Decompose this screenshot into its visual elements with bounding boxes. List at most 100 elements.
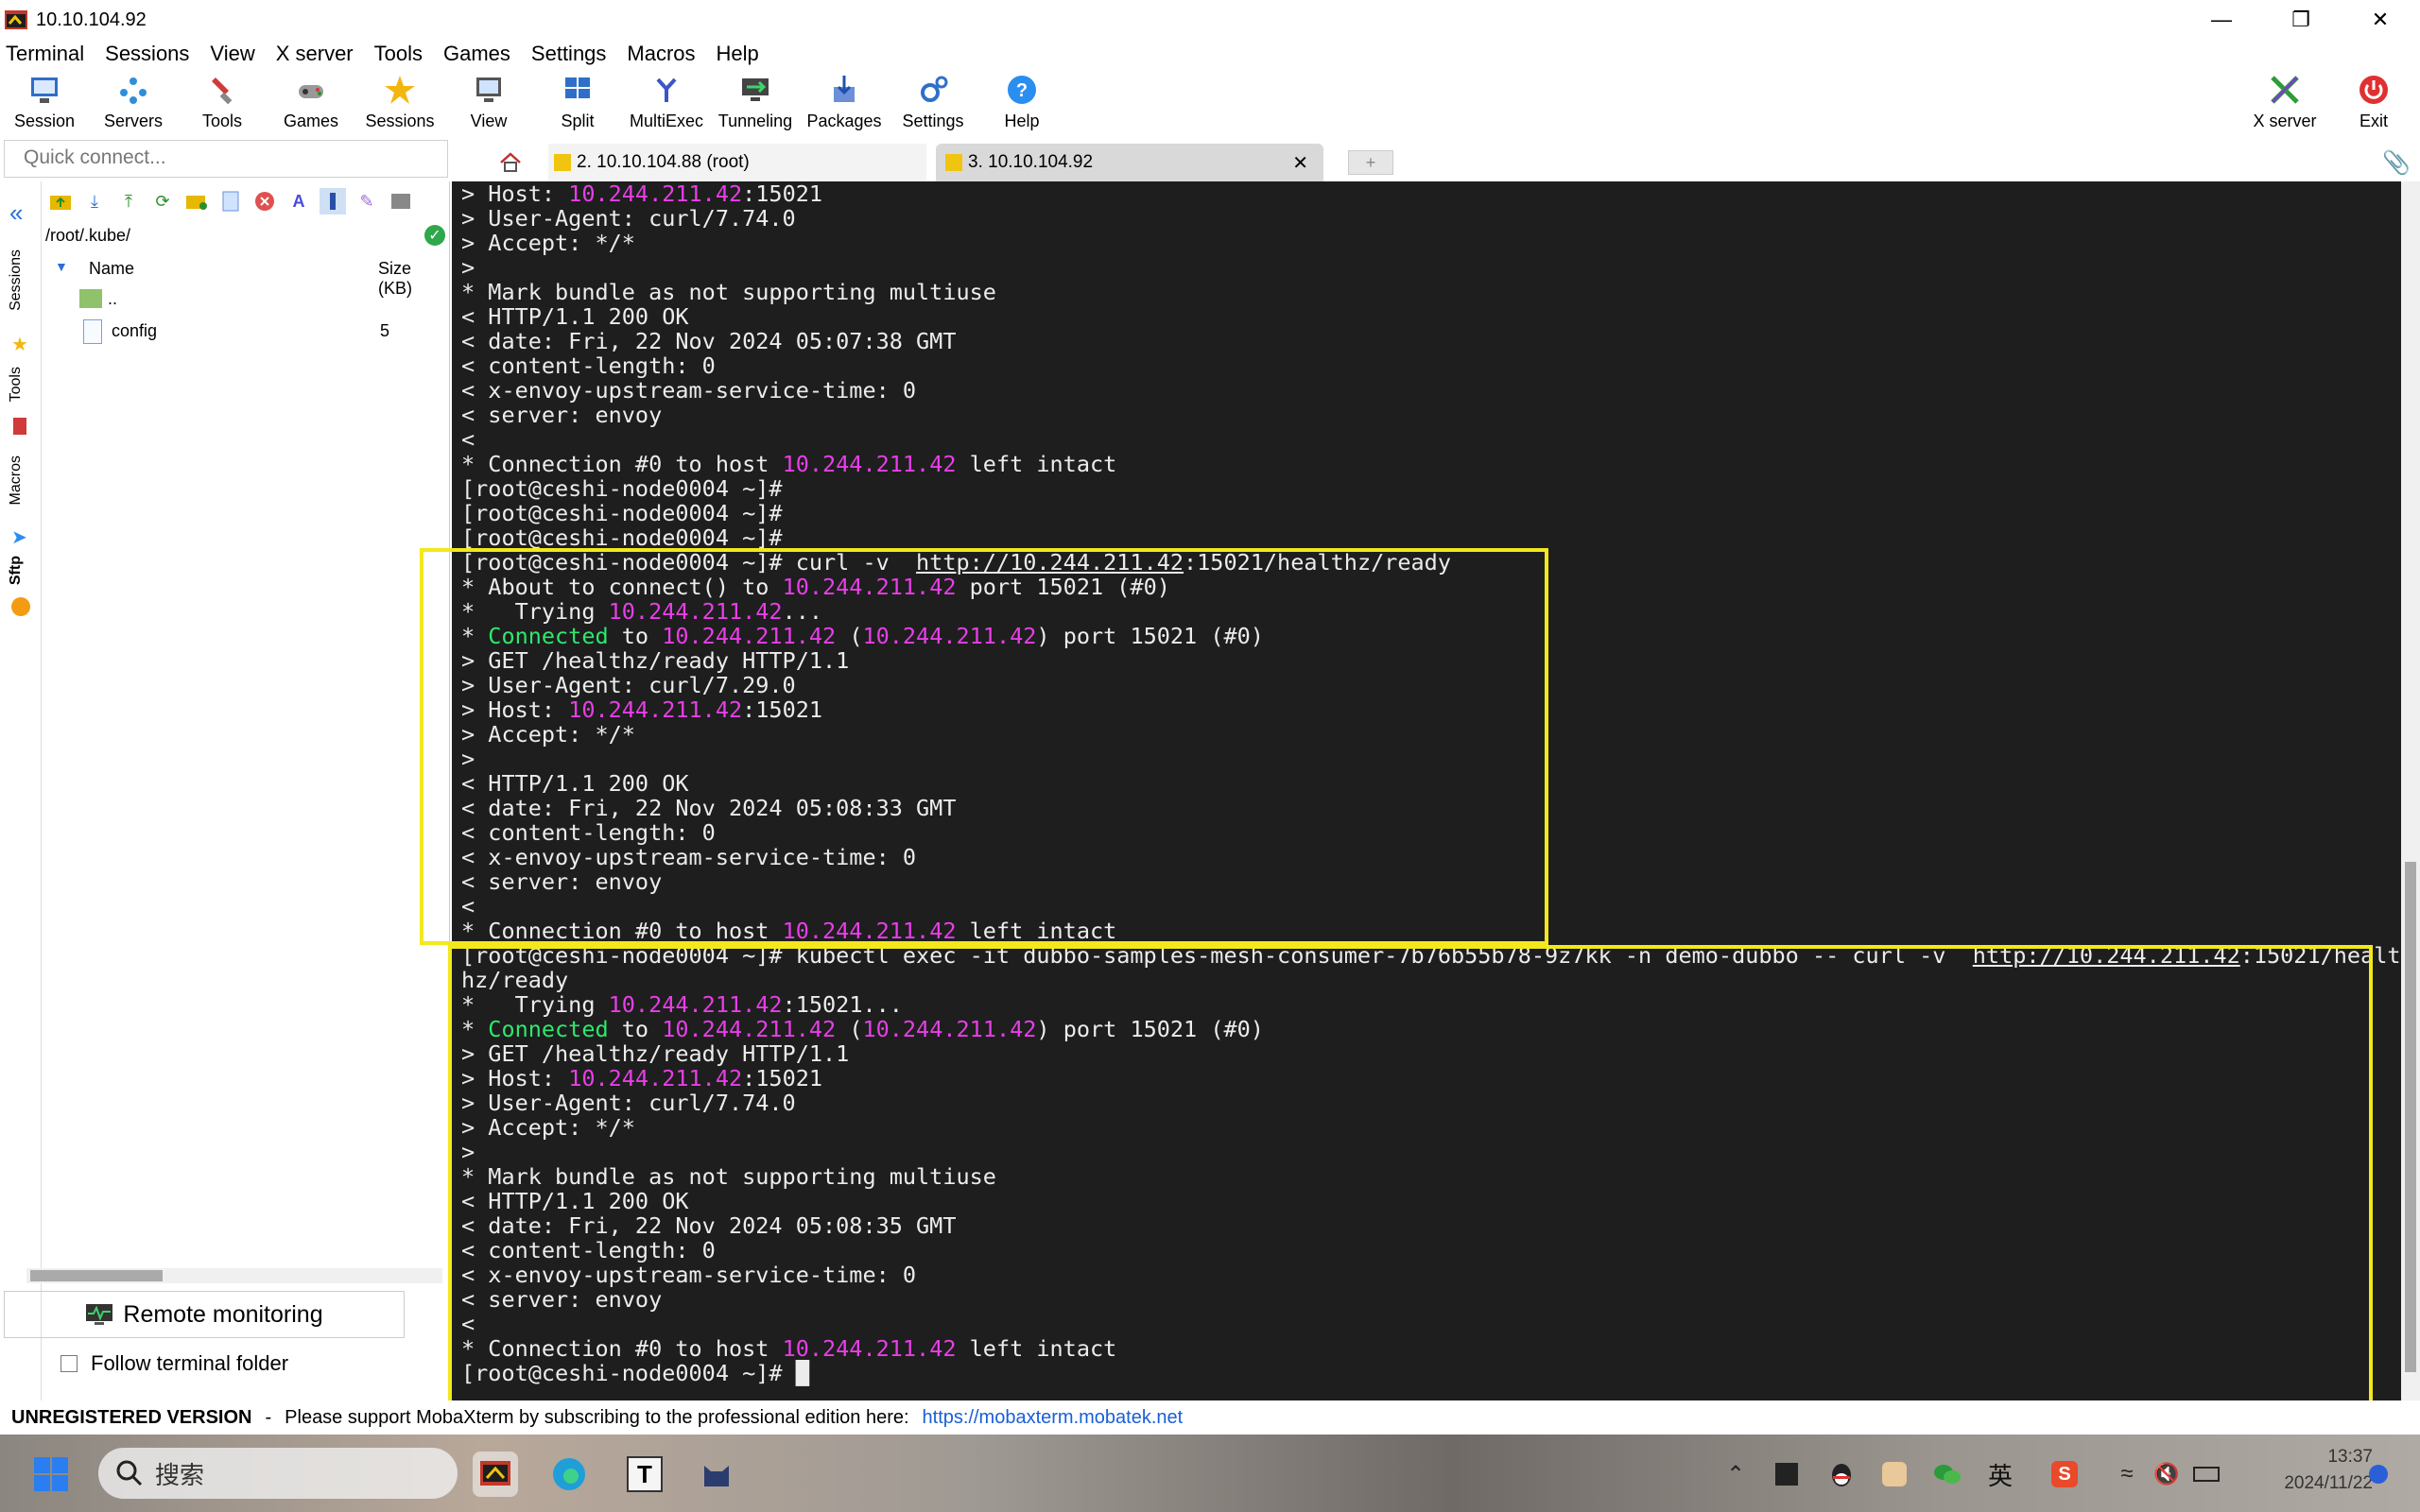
sogou-icon[interactable]: S xyxy=(2042,1452,2087,1497)
quick-connect-input[interactable]: Quick connect... xyxy=(4,140,448,178)
svg-text:?: ? xyxy=(1016,80,1028,101)
terminal-line: > User-Agent: curl/7.74.0 xyxy=(461,206,2401,231)
qq-icon[interactable] xyxy=(1819,1452,1864,1497)
attach-button[interactable]: 📎 xyxy=(2382,144,2411,181)
app-cat-icon[interactable] xyxy=(694,1452,739,1497)
terminal-text: < xyxy=(461,426,475,453)
menu-settings[interactable]: Settings xyxy=(526,42,607,66)
download-icon[interactable]: ⤓ xyxy=(81,188,108,215)
ime-indicator[interactable]: 英 xyxy=(1978,1452,2023,1497)
close-tab-icon[interactable]: ✕ xyxy=(1292,151,1308,175)
session-icon xyxy=(26,72,62,108)
games-icon xyxy=(293,72,329,108)
split-button[interactable]: Split xyxy=(533,68,622,138)
file-row[interactable]: .. xyxy=(42,284,449,316)
terminal-line: < HTTP/1.1 200 OK xyxy=(461,304,2401,329)
new-file-icon[interactable] xyxy=(217,188,244,215)
help-button[interactable]: ? Help xyxy=(977,68,1066,138)
sessions-button[interactable]: Sessions xyxy=(355,68,444,138)
collapse-panel-icon[interactable]: « xyxy=(9,198,23,228)
session-button[interactable]: Session xyxy=(0,68,89,138)
settings-button[interactable]: Settings xyxy=(889,68,977,138)
notification-icon[interactable] xyxy=(2356,1452,2401,1497)
xserver-button[interactable]: X server xyxy=(2240,68,2329,138)
terminal-text: < HTTP/1.1 200 OK xyxy=(461,303,689,330)
permissions-icon[interactable] xyxy=(320,188,346,215)
terminal-line: < xyxy=(461,427,2401,452)
menu-terminal[interactable]: Terminal xyxy=(0,42,84,66)
menu-bar: Terminal Sessions View X server Tools Ga… xyxy=(0,40,2420,68)
menu-games[interactable]: Games xyxy=(438,42,510,66)
new-tab-button[interactable]: + xyxy=(1344,144,1397,181)
terminal-icon[interactable] xyxy=(388,188,414,215)
battery-icon[interactable] xyxy=(2184,1452,2229,1497)
chevron-up-icon[interactable]: ⌃ xyxy=(1713,1452,1758,1497)
pin-icon[interactable]: ✎ xyxy=(354,188,380,215)
packages-button[interactable]: Packages xyxy=(800,68,889,138)
gear-icon xyxy=(915,72,951,108)
tab-session-3[interactable]: 3. 10.10.104.92 ✕ xyxy=(936,144,1323,181)
terminal-line: < date: Fri, 22 Nov 2024 05:07:38 GMT xyxy=(461,329,2401,353)
home-tab[interactable] xyxy=(492,144,529,181)
delete-icon[interactable] xyxy=(251,188,278,215)
volume-icon[interactable]: 🔇 xyxy=(2144,1452,2189,1497)
refresh-icon[interactable]: ⟳ xyxy=(149,188,176,215)
new-folder-icon[interactable] xyxy=(183,188,210,215)
cat-tray-icon[interactable] xyxy=(1872,1452,1917,1497)
tools-button[interactable]: Tools xyxy=(178,68,267,138)
side-tab-tools[interactable]: Tools xyxy=(8,367,25,402)
wifi-icon[interactable]: ≈ xyxy=(2104,1452,2150,1497)
menu-tools[interactable]: Tools xyxy=(369,42,423,66)
sftp-path-bar[interactable]: /root/.kube/ ✓ xyxy=(42,221,449,249)
terminal-scrollbar[interactable] xyxy=(2401,181,2420,1400)
terminal-line: * Connection #0 to host 10.244.211.42 le… xyxy=(461,452,2401,476)
mobaxterm-link[interactable]: https://mobaxterm.mobatek.net xyxy=(923,1407,1184,1429)
power-icon xyxy=(2356,72,2392,108)
scroll-thumb[interactable] xyxy=(30,1270,163,1281)
remote-monitoring-button[interactable]: Remote monitoring xyxy=(4,1291,405,1338)
view-button[interactable]: View xyxy=(444,68,533,138)
side-tab-sessions[interactable]: Sessions xyxy=(8,249,25,311)
minimize-button[interactable]: — xyxy=(2182,0,2261,40)
side-tab-sftp[interactable]: Sftp xyxy=(8,556,25,585)
home-icon xyxy=(500,152,521,172)
terminal-line: [root@ceshi-node0004 ~]# xyxy=(461,525,2401,550)
exit-button[interactable]: Exit xyxy=(2329,68,2418,138)
servers-button[interactable]: Servers xyxy=(89,68,178,138)
menu-view[interactable]: View xyxy=(204,42,254,66)
side-tab-macros[interactable]: Macros xyxy=(8,455,25,505)
terminal-text: > User-Agent: curl/7.74.0 xyxy=(461,205,796,232)
column-name[interactable]: Name xyxy=(89,259,134,279)
mobaxterm-taskbar-icon[interactable] xyxy=(473,1452,518,1497)
parent-folder-icon xyxy=(79,289,102,308)
tray-app-icon[interactable] xyxy=(1764,1452,1809,1497)
scroll-thumb[interactable] xyxy=(2405,862,2416,1372)
terminal-text: 10.244.211.42 xyxy=(568,181,743,207)
sftp-horizontal-scrollbar[interactable] xyxy=(26,1268,442,1283)
follow-terminal-folder-checkbox[interactable]: Follow terminal folder xyxy=(60,1351,288,1376)
terminal-text: < content-length: 0 xyxy=(461,352,716,379)
xserver-icon xyxy=(2267,72,2303,108)
menu-help[interactable]: Help xyxy=(711,42,759,66)
menu-sessions[interactable]: Sessions xyxy=(99,42,189,66)
close-button[interactable]: ✕ xyxy=(2341,0,2420,40)
windows-start-icon[interactable] xyxy=(28,1452,74,1497)
rename-icon[interactable]: A xyxy=(285,188,312,215)
edge-browser-icon[interactable] xyxy=(546,1452,592,1497)
terminal-line: > Host: 10.244.211.42:15021 xyxy=(461,181,2401,206)
checkbox[interactable] xyxy=(60,1355,78,1372)
tab-session-2[interactable]: 2. 10.10.104.88 (root) xyxy=(548,144,926,181)
tunneling-button[interactable]: Tunneling xyxy=(711,68,800,138)
menu-macros[interactable]: Macros xyxy=(621,42,695,66)
file-row[interactable]: config 5 xyxy=(42,316,449,348)
wechat-icon[interactable] xyxy=(1925,1452,1970,1497)
parent-folder-icon[interactable] xyxy=(47,188,74,215)
upload-icon[interactable]: ⤒ xyxy=(115,188,142,215)
taskbar-search[interactable]: 搜索 xyxy=(98,1448,458,1499)
games-button[interactable]: Games xyxy=(267,68,355,138)
restore-button[interactable]: ❐ xyxy=(2261,0,2341,40)
menu-xserver[interactable]: X server xyxy=(270,42,354,66)
check-icon[interactable]: ✓ xyxy=(424,225,445,246)
typora-icon[interactable]: T xyxy=(622,1452,667,1497)
multiexec-button[interactable]: MultiExec xyxy=(622,68,711,138)
